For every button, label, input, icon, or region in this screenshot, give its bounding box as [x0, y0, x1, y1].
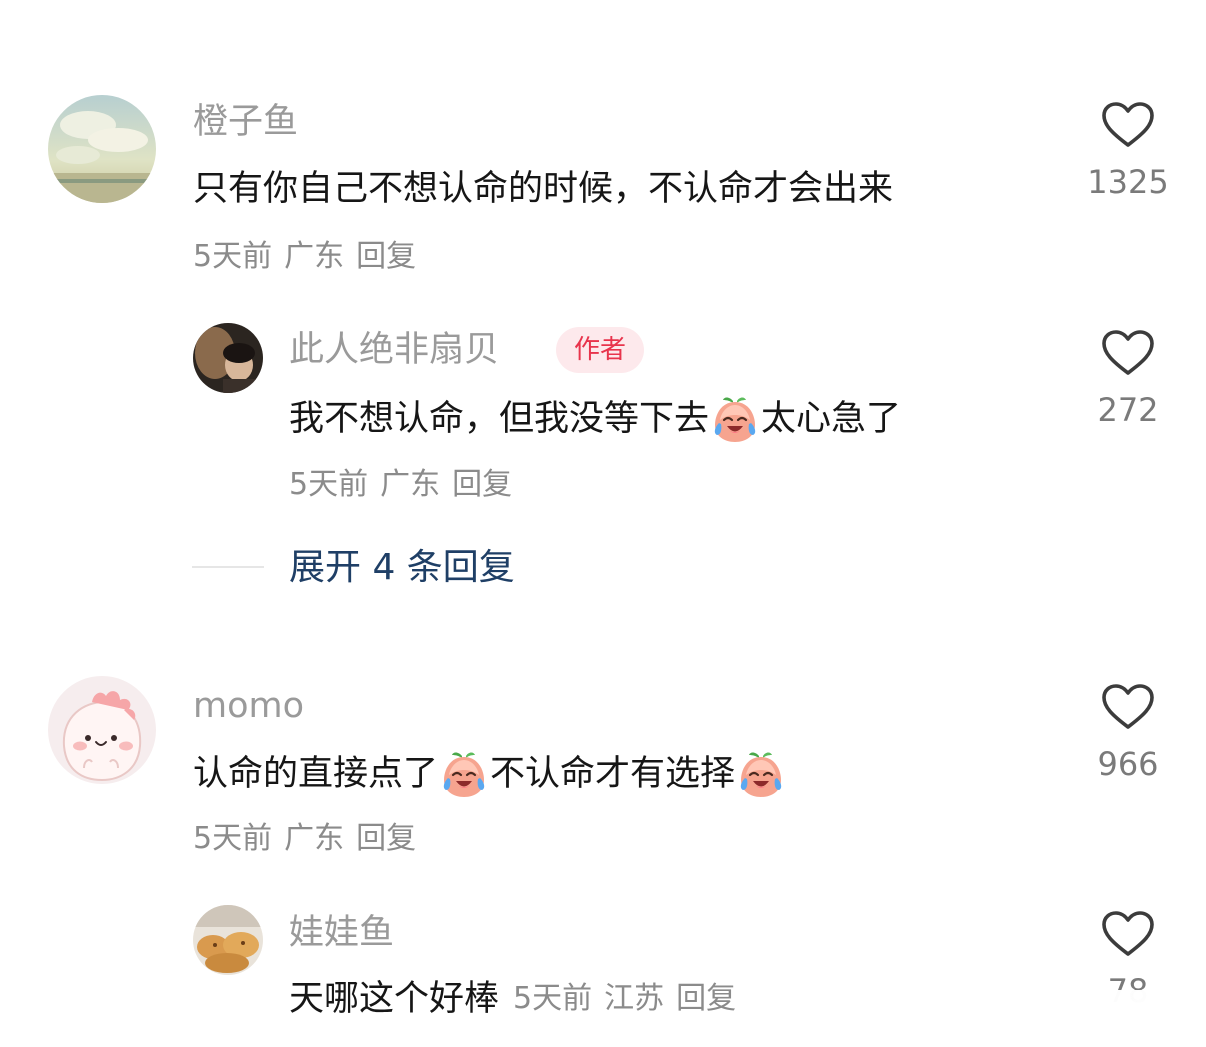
comment-meta-2: 5天前 广东 回复 [289, 465, 524, 505]
comment-meta-4: 5天前 江苏 回复 [513, 979, 748, 1019]
comment-location-2: 广东 [380, 467, 441, 502]
avatar-commenter-4[interactable] [193, 905, 263, 975]
heart-icon[interactable] [1102, 911, 1154, 957]
like-control-1[interactable]: 1325 [1078, 102, 1178, 202]
comment-meta-3: 5天前 广东 回复 [193, 819, 428, 859]
reply-button-4[interactable]: 回复 [676, 981, 736, 1016]
comment-time-4: 5天前 [513, 981, 593, 1016]
comment-location-1: 广东 [284, 239, 345, 274]
comment-text-2-part-1: 我不想认命，但我没等下去 [289, 399, 710, 439]
commenter-name-1[interactable]: 橙子鱼 [193, 100, 298, 144]
expand-replies-button[interactable]: 展开 4 条回复 [289, 545, 515, 591]
reply-button-1[interactable]: 回复 [356, 239, 416, 274]
reply-button-3[interactable]: 回复 [356, 821, 416, 856]
crying-laughing-peach-emoji [740, 752, 782, 797]
like-control-3[interactable]: 966 [1078, 684, 1178, 784]
like-count-2: 272 [1097, 391, 1159, 429]
commenter-name-2[interactable]: 此人绝非扇贝 [289, 328, 499, 372]
comment-text-1: 只有你自己不想认命的时候，不认命才会出来 [193, 166, 893, 212]
avatar-commenter-3[interactable] [48, 676, 156, 784]
crying-laughing-peach-emoji [443, 752, 485, 797]
comment-text-2-part-2: 太心急了 [761, 399, 902, 439]
reply-button-2[interactable]: 回复 [452, 467, 512, 502]
comment-text-4: 天哪这个好棒 5天前 江苏 回复 [289, 976, 748, 1022]
comment-text-3: 认命的直接点了 不认命才有选择 [193, 748, 787, 800]
comment-location-4: 江苏 [604, 981, 665, 1016]
heart-icon[interactable] [1102, 684, 1154, 730]
comment-text-3-part-1: 认命的直接点了 [193, 754, 439, 794]
bottom-fade-overlay [860, 990, 1206, 1047]
comment-text-3-part-2: 不认命才有选择 [490, 754, 736, 794]
commenter-name-3[interactable]: momo [193, 684, 304, 728]
like-control-2[interactable]: 272 [1078, 330, 1178, 430]
comment-time-2: 5天前 [289, 467, 369, 502]
commenter-name-4[interactable]: 娃娃鱼 [289, 911, 394, 955]
comment-text-1-part-1: 只有你自己不想认命的时候，不认命才会出来 [193, 169, 894, 209]
author-badge: 作者 [556, 327, 645, 373]
comment-text-4-part-1: 天哪这个好棒 [289, 979, 500, 1019]
comment-meta-1: 5天前 广东 回复 [193, 237, 428, 277]
heart-icon[interactable] [1102, 330, 1154, 376]
avatar-commenter-1[interactable] [48, 95, 156, 203]
comment-text-2: 我不想认命，但我没等下去 太心急了 [289, 393, 901, 445]
comment-time-1: 5天前 [193, 239, 273, 274]
comment-location-3: 广东 [284, 821, 345, 856]
avatar-commenter-2[interactable] [193, 323, 263, 393]
crying-laughing-peach-emoji [714, 397, 756, 442]
comment-time-3: 5天前 [193, 821, 273, 856]
like-count-3: 966 [1097, 745, 1159, 783]
like-count-1: 1325 [1087, 163, 1169, 201]
expand-divider [192, 566, 264, 568]
heart-icon[interactable] [1102, 102, 1154, 148]
